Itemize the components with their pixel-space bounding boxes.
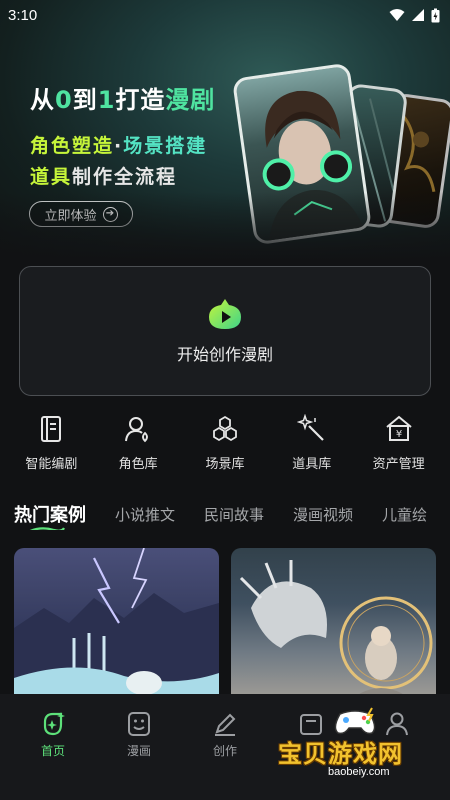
tab-hot-cases[interactable]: 热门案例 bbox=[14, 501, 86, 530]
status-icons bbox=[389, 8, 440, 23]
try-now-button[interactable]: 立即体验 ➔ bbox=[29, 201, 133, 227]
case-card-lightning-waterfall[interactable] bbox=[14, 548, 219, 708]
watermark-name: 宝贝游戏网 bbox=[278, 740, 403, 768]
nav-create[interactable]: 创作 bbox=[190, 710, 260, 800]
character-icon bbox=[125, 417, 149, 443]
tool-smart-script[interactable]: 智能编剧 bbox=[10, 414, 92, 480]
gamepad-logo-icon bbox=[334, 707, 376, 735]
banner-line-1: 角色塑造·场景搭建 bbox=[30, 135, 208, 157]
start-create-button[interactable]: 开始创作漫剧 bbox=[19, 266, 431, 396]
promo-banner[interactable]: 从0到1打造漫剧 角色塑造·场景搭建 道具制作全流程 立即体验 ➔ bbox=[0, 0, 450, 262]
script-book-icon bbox=[41, 416, 62, 442]
nav-comics[interactable]: 漫画 bbox=[104, 710, 174, 800]
banner-line-2: 道具制作全流程 bbox=[30, 166, 178, 188]
status-time: 3:10 bbox=[8, 6, 38, 24]
banner-card-character bbox=[231, 62, 373, 246]
category-tabs: 热门案例 小说推文 民间故事 漫画视频 儿童绘 bbox=[14, 498, 450, 530]
magic-wand-icon bbox=[296, 414, 324, 441]
signal-icon bbox=[412, 9, 424, 21]
tool-asset-management[interactable]: ¥ 资产管理 bbox=[358, 414, 440, 480]
tab-children-picture[interactable]: 儿童绘 bbox=[382, 504, 427, 525]
nav-home[interactable]: 首页 bbox=[18, 710, 88, 800]
wifi-icon bbox=[389, 9, 405, 21]
home-sparkle-icon bbox=[43, 712, 65, 736]
hexagons-icon bbox=[213, 415, 237, 442]
case-card-silver-dragon[interactable] bbox=[231, 548, 436, 708]
site-watermark: 宝贝游戏网 baobeiy.com bbox=[272, 700, 442, 784]
arrow-right-icon: ➔ bbox=[102, 206, 118, 222]
comic-face-icon bbox=[128, 712, 150, 736]
svg-text:¥: ¥ bbox=[395, 429, 401, 440]
tool-shortcuts: 智能编剧 角色库 场景库 道具库 ¥ 资产管理 bbox=[0, 414, 450, 480]
tool-scene-library[interactable]: 场景库 bbox=[184, 414, 266, 480]
tab-novel-promo[interactable]: 小说推文 bbox=[115, 504, 175, 525]
pen-edit-icon bbox=[215, 713, 236, 736]
tool-prop-library[interactable]: 道具库 bbox=[271, 414, 353, 480]
tab-comic-video[interactable]: 漫画视频 bbox=[293, 504, 353, 525]
banner-title: 从0到1打造漫剧 bbox=[30, 86, 216, 114]
start-create-label: 开始创作漫剧 bbox=[176, 345, 273, 364]
watermark-url: baobeiy.com bbox=[328, 766, 390, 778]
battery-icon bbox=[431, 8, 440, 22]
asset-house-icon: ¥ bbox=[385, 415, 412, 441]
status-bar: 3:10 bbox=[0, 0, 450, 30]
tab-active-indicator bbox=[29, 527, 65, 530]
play-bubble-icon bbox=[209, 299, 241, 329]
tab-folk-stories[interactable]: 民间故事 bbox=[204, 504, 264, 525]
tool-character-library[interactable]: 角色库 bbox=[97, 414, 179, 480]
